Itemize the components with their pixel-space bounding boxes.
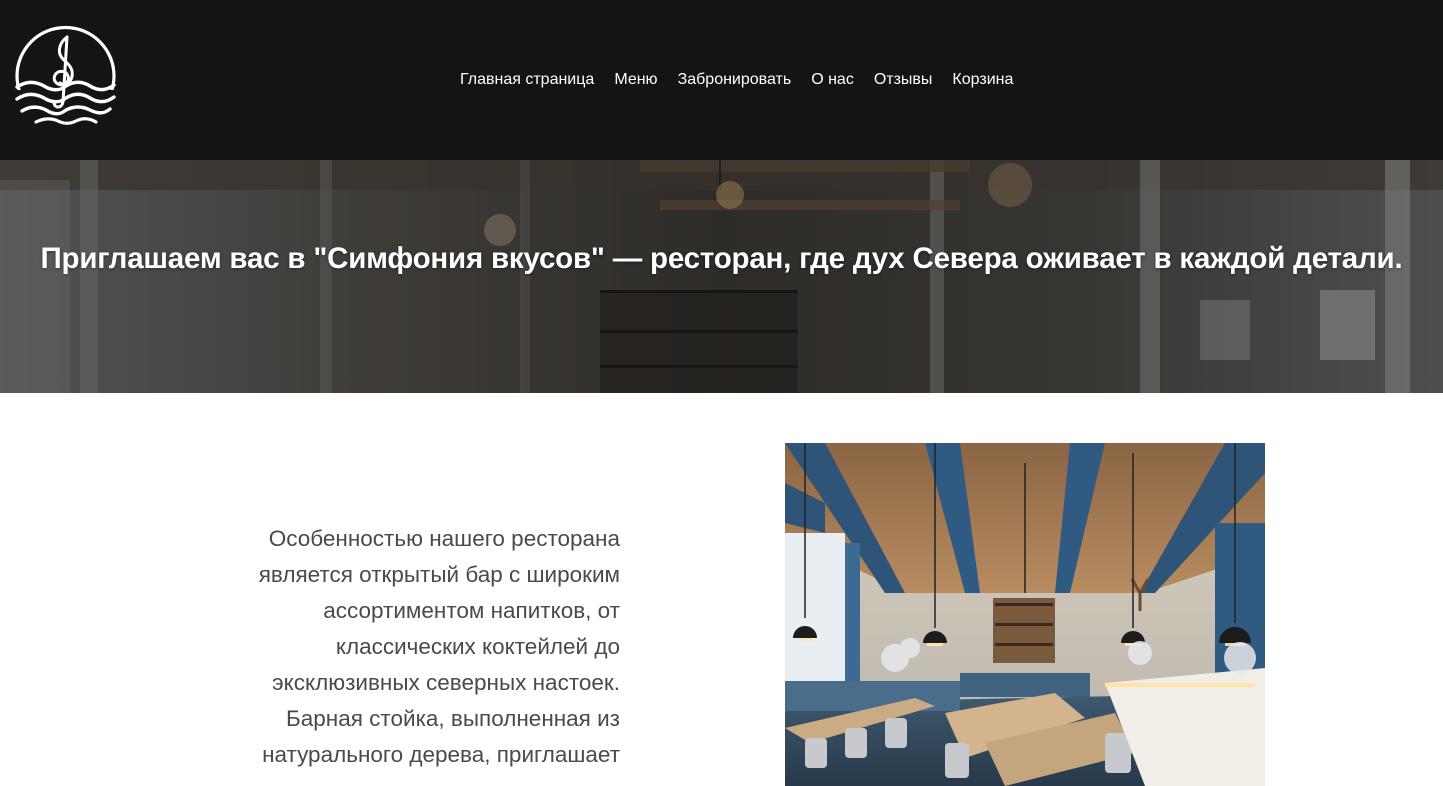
hero-title: Приглашаем вас в "Симфония вкусов" — рес…	[40, 242, 1403, 275]
nav-booking[interactable]: Забронировать	[678, 69, 792, 91]
nav-menu[interactable]: Меню	[614, 69, 657, 91]
site-header: Главная страница Меню Забронировать О на…	[0, 0, 1443, 160]
nav-cart[interactable]: Корзина	[952, 69, 1013, 91]
restaurant-interior-photo	[785, 443, 1265, 786]
nav-reviews[interactable]: Отзывы	[874, 69, 933, 91]
main-nav: Главная страница Меню Забронировать О на…	[460, 69, 1013, 91]
nav-about[interactable]: О нас	[811, 69, 854, 91]
logo-icon[interactable]	[14, 24, 117, 129]
restaurant-interior-image	[785, 443, 1265, 786]
feature-description: Особенностью нашего ресторана является о…	[258, 526, 620, 767]
hero-banner: Приглашаем вас в "Симфония вкусов" — рес…	[0, 160, 1443, 393]
nav-home[interactable]: Главная страница	[460, 69, 594, 91]
